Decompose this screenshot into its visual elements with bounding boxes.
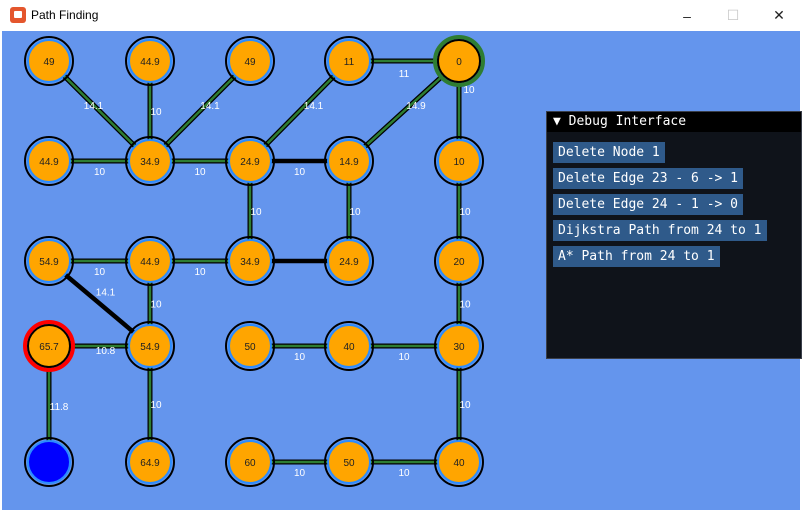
graph-node-r0c2[interactable]: 49 bbox=[225, 36, 275, 86]
title-bar: Path Finding – ☐ ✕ bbox=[0, 0, 802, 31]
minimize-button[interactable]: – bbox=[664, 0, 710, 31]
node-cost-label: 65.7 bbox=[39, 342, 59, 353]
graph-node-r2c3[interactable]: 24.9 bbox=[324, 236, 374, 286]
node-cost-label: 30 bbox=[453, 342, 465, 353]
node-cost-label: 0 bbox=[456, 57, 462, 68]
debug-interface-panel[interactable]: ▼ Debug Interface Delete Node 1 Delete E… bbox=[546, 111, 802, 359]
edge-weight-label: 10 bbox=[294, 167, 306, 178]
edge-weight-label: 10.8 bbox=[96, 346, 116, 357]
graph-node-r3c2[interactable]: 50 bbox=[225, 321, 275, 371]
node-cost-label: 50 bbox=[343, 458, 355, 469]
node-cost-label: 11 bbox=[344, 57, 355, 68]
graph-node-r4c4[interactable]: 40 bbox=[434, 437, 484, 487]
graph-node-r4c1[interactable]: 64.9 bbox=[125, 437, 175, 487]
node-cost-label: 20 bbox=[453, 257, 465, 268]
delete-node-button[interactable]: Delete Node 1 bbox=[553, 142, 665, 163]
node-circle bbox=[27, 440, 71, 484]
node-cost-label: 44.9 bbox=[140, 257, 160, 268]
edge-weight-label: 14.1 bbox=[96, 288, 116, 299]
graph-node-r3c4[interactable]: 30 bbox=[434, 321, 484, 371]
graph-node-r4c0[interactable] bbox=[24, 437, 74, 487]
node-cost-label: 50 bbox=[244, 342, 256, 353]
delete-edge-23-6-button[interactable]: Delete Edge 23 - 6 -> 1 bbox=[553, 168, 744, 189]
graph-node-r0c3[interactable]: 11 bbox=[324, 36, 374, 86]
edge-weight-label: 10 bbox=[459, 400, 471, 411]
node-cost-label: 49 bbox=[43, 57, 55, 68]
node-cost-label: 44.9 bbox=[39, 157, 59, 168]
edge-weight-label: 10 bbox=[294, 468, 306, 479]
edge-weight-label: 10 bbox=[463, 85, 475, 96]
graph-node-r1c0[interactable]: 44.9 bbox=[24, 136, 74, 186]
edge-weight-label: 14.1 bbox=[304, 101, 324, 112]
node-cost-label: 14.9 bbox=[339, 157, 359, 168]
node-cost-label: 40 bbox=[453, 458, 465, 469]
graph-node-r3c0[interactable]: 65.7 bbox=[23, 320, 75, 372]
graph-node-r3c3[interactable]: 40 bbox=[324, 321, 374, 371]
dijkstra-path-button[interactable]: Dijkstra Path from 24 to 1 bbox=[553, 220, 767, 241]
edge-weight-label: 10 bbox=[398, 352, 410, 363]
edge-weight-label: 10 bbox=[459, 300, 471, 311]
edge-weight-label: 11 bbox=[399, 69, 410, 80]
graph-node-r0c0[interactable]: 49 bbox=[24, 36, 74, 86]
graph-node-r2c2[interactable]: 34.9 bbox=[225, 236, 275, 286]
edge-weight-label: 10 bbox=[194, 167, 206, 178]
astar-path-button[interactable]: A* Path from 24 to 1 bbox=[553, 246, 720, 267]
edge-weight-label: 10 bbox=[349, 207, 361, 218]
close-button[interactable]: ✕ bbox=[756, 0, 802, 31]
node-cost-label: 34.9 bbox=[140, 157, 160, 168]
node-cost-label: 44.9 bbox=[140, 57, 160, 68]
edge-weight-label: 14.1 bbox=[84, 101, 104, 112]
edge-weight-label: 14.1 bbox=[200, 101, 220, 112]
graph-node-r1c3[interactable]: 14.9 bbox=[324, 136, 374, 186]
edge-weight-label: 10 bbox=[94, 267, 106, 278]
graph-node-r0c1[interactable]: 44.9 bbox=[125, 36, 175, 86]
graph-node-r2c1[interactable]: 44.9 bbox=[125, 236, 175, 286]
graph-node-r3c1[interactable]: 54.9 bbox=[125, 321, 175, 371]
graph-node-r1c1[interactable]: 34.9 bbox=[125, 136, 175, 186]
graph-node-r2c0[interactable]: 54.9 bbox=[24, 236, 74, 286]
node-cost-label: 10 bbox=[453, 157, 465, 168]
edge-weight-label: 10 bbox=[294, 352, 306, 363]
node-cost-label: 40 bbox=[343, 342, 355, 353]
maximize-button: ☐ bbox=[726, 7, 740, 23]
graph-node-r0c4[interactable]: 0 bbox=[433, 35, 485, 87]
edge-weight-label: 10 bbox=[150, 300, 162, 311]
node-cost-label: 49 bbox=[244, 57, 256, 68]
graph-node-r4c3[interactable]: 50 bbox=[324, 437, 374, 487]
edge-weight-label: 10 bbox=[250, 207, 262, 218]
window-title: Path Finding bbox=[31, 8, 99, 22]
edge-weight-label: 10 bbox=[150, 400, 162, 411]
node-cost-label: 60 bbox=[244, 458, 256, 469]
edge-weight-label: 10 bbox=[459, 207, 471, 218]
app-icon bbox=[10, 7, 26, 23]
edge-weight-label: 10 bbox=[150, 107, 162, 118]
graph-node-r4c2[interactable]: 60 bbox=[225, 437, 275, 487]
node-cost-label: 24.9 bbox=[339, 257, 359, 268]
edge-weight-label: 10 bbox=[94, 167, 106, 178]
graph-node-r1c4[interactable]: 10 bbox=[434, 136, 484, 186]
node-cost-label: 24.9 bbox=[240, 157, 260, 168]
edge-weight-label: 10 bbox=[194, 267, 206, 278]
edge-weight-label: 14.9 bbox=[406, 101, 426, 112]
node-cost-label: 54.9 bbox=[140, 342, 160, 353]
edge-weight-label: 10 bbox=[398, 468, 410, 479]
graph-node-r2c4[interactable]: 20 bbox=[434, 236, 484, 286]
debug-interface-header[interactable]: ▼ Debug Interface bbox=[547, 112, 801, 132]
node-cost-label: 54.9 bbox=[39, 257, 59, 268]
node-cost-label: 64.9 bbox=[140, 458, 160, 469]
edge-weight-label: 11.8 bbox=[50, 402, 69, 413]
graph-node-r1c2[interactable]: 24.9 bbox=[225, 136, 275, 186]
delete-edge-24-1-button[interactable]: Delete Edge 24 - 1 -> 0 bbox=[553, 194, 744, 215]
node-cost-label: 34.9 bbox=[240, 257, 260, 268]
